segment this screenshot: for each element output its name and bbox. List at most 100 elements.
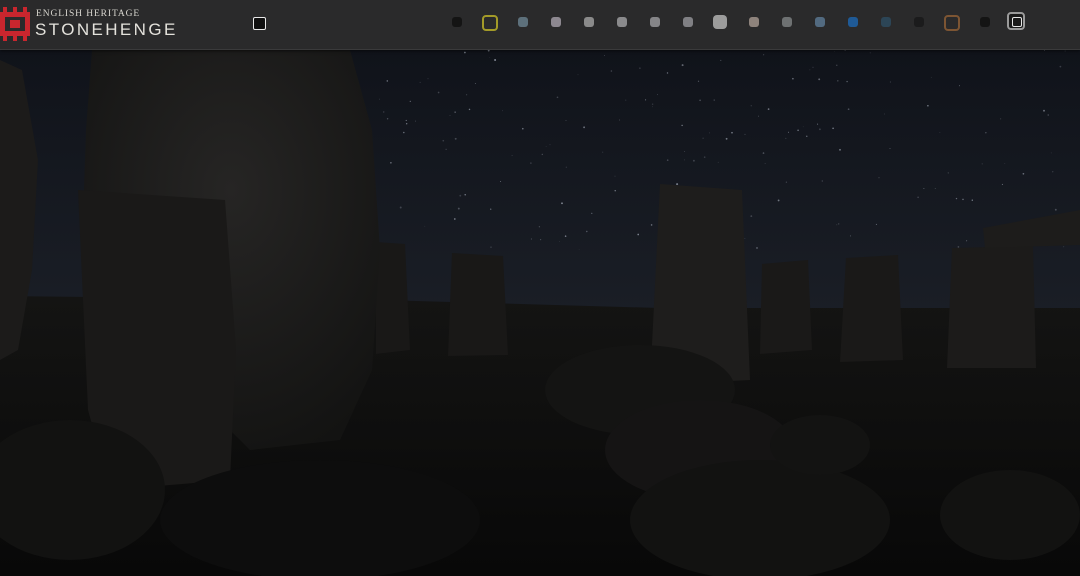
star [962,198,964,201]
star [454,111,456,113]
star [703,156,706,158]
star [639,67,641,69]
star [559,241,560,242]
star [437,91,440,94]
star [666,72,669,74]
star [702,137,704,139]
star [399,206,402,209]
star [681,64,684,67]
star [884,113,886,115]
stone-distant-1 [376,242,410,354]
star [427,78,429,80]
brand-org-label: ENGLISH HERITAGE [36,9,141,19]
star [464,194,466,196]
swatch-near-black[interactable] [980,17,990,27]
swatch-taupe[interactable] [749,17,759,27]
star [610,70,613,72]
star [494,59,497,61]
star [637,233,640,236]
star [839,148,841,151]
star [762,152,765,154]
star [817,123,819,125]
star [713,99,715,101]
swatch-gray-3[interactable] [650,17,660,27]
star [837,80,839,82]
swatch-brown[interactable] [944,15,960,31]
star [382,111,385,113]
swatch-dark-teal[interactable] [881,17,891,27]
star [1059,65,1062,68]
star [767,108,770,110]
star [511,154,513,157]
swatch-slate[interactable] [518,17,528,27]
swatch-lavender-gray[interactable] [551,17,561,27]
star [564,235,567,237]
star [923,188,925,190]
star [1063,246,1065,248]
star [545,146,547,147]
star [457,207,460,210]
star [489,57,491,58]
star [725,137,728,140]
boulder-5 [940,470,1080,560]
star [561,202,563,205]
star [650,224,653,226]
swatch-gray-5[interactable] [782,17,792,27]
swatch-blue[interactable] [848,17,858,27]
star [939,132,941,133]
stone-distant-4 [840,255,903,362]
swatch-black[interactable] [452,17,462,27]
boulder-3 [630,460,890,576]
star [614,175,616,177]
star [844,50,846,52]
star [744,133,746,135]
star [875,223,877,225]
swatch-selected[interactable] [1007,12,1025,30]
star [750,215,753,217]
star [464,51,466,54]
star [717,161,719,163]
star [415,120,416,122]
star [565,166,567,168]
star [591,212,593,215]
swatch-light-gray[interactable] [713,15,727,29]
boulder-7 [160,460,480,576]
star [468,108,471,111]
swatch-olive[interactable] [482,15,498,31]
star [474,83,476,84]
star [869,52,871,54]
star [792,77,794,80]
star [818,78,821,81]
star [406,123,408,125]
star [1064,50,1066,52]
swatch-gray[interactable] [584,17,594,27]
english-heritage-logo-icon[interactable] [0,6,30,42]
star [832,127,834,130]
star [379,98,380,100]
star [697,80,700,82]
star [985,132,987,134]
star [834,51,835,52]
star [846,80,848,83]
swatch-gray-2[interactable] [617,17,627,27]
star [947,172,949,174]
star [777,199,780,202]
star [788,131,789,133]
star [958,85,961,87]
star [442,139,445,142]
star [565,119,567,122]
view-toggle-button[interactable] [253,17,266,30]
star [586,230,588,233]
swatch-charcoal[interactable] [914,17,924,27]
star [625,99,627,101]
boulder-4 [770,415,870,475]
star [750,105,752,107]
brand-site-title: STONEHENGE [35,20,178,39]
star [966,240,968,242]
top-toolbar: ENGLISH HERITAGE STONEHENGE [0,0,1080,50]
swatch-gray-4[interactable] [683,17,693,27]
swatch-steel-blue[interactable] [815,17,825,27]
star [459,194,462,197]
star [409,100,411,103]
star [556,96,559,99]
